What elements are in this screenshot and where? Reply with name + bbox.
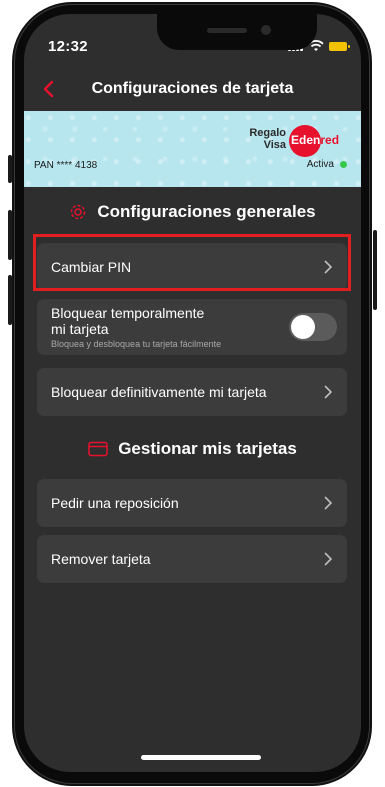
remove-card-row[interactable]: Remover tarjeta [37, 535, 347, 583]
edenred-main: Eden [291, 133, 321, 147]
status-dot-icon [340, 161, 347, 168]
brand-regalo: Regalo [249, 127, 286, 139]
toggle-knob [291, 315, 315, 339]
card-status-label: Activa [306, 159, 334, 170]
brand-visa: Visa [263, 139, 286, 151]
app-screen: 12:32 Configuraciones de tarjeta Regalo … [24, 14, 361, 772]
home-indicator[interactable] [141, 755, 261, 760]
chevron-right-icon [324, 385, 333, 399]
speaker [207, 28, 247, 33]
chevron-right-icon [324, 552, 333, 566]
mute-switch [8, 155, 12, 183]
request-replacement-label: Pedir una reposición [51, 495, 179, 511]
card-pan: PAN **** 4138 [34, 160, 98, 171]
card-banner: Regalo Visa Edenred PAN **** 4138 Activa [24, 111, 361, 187]
gear-icon [71, 204, 86, 220]
section-general-label: Configuraciones generales [97, 202, 316, 221]
volume-down-button [8, 275, 12, 325]
nav-bar: Configuraciones de tarjeta [24, 76, 361, 106]
chevron-right-icon [324, 496, 333, 510]
battery-icon [329, 41, 350, 51]
highlight-box [33, 234, 351, 291]
section-manage-label: Gestionar mis tarjetas [118, 439, 297, 458]
temp-block-sublabel: Bloquea y desbloquea tu tarjeta fácilmen… [51, 339, 222, 349]
page-title: Configuraciones de tarjeta [91, 80, 294, 97]
request-replacement-row[interactable]: Pedir una reposición [37, 479, 347, 527]
section-manage-title: Gestionar mis tarjetas [24, 439, 361, 459]
temp-block-label: Bloquear temporalmente mi tarjeta [51, 305, 204, 337]
card-status: Activa [307, 159, 347, 170]
permanent-block-row[interactable]: Bloquear definitivamente mi tarjeta [37, 368, 347, 416]
power-button [373, 230, 377, 310]
volume-up-button [8, 210, 12, 260]
front-camera [261, 25, 271, 35]
temp-block-line2: mi tarjeta [51, 321, 109, 337]
permanent-block-label: Bloquear definitivamente mi tarjeta [51, 384, 267, 400]
card-icon [88, 441, 108, 457]
edenred-tail: red [320, 133, 340, 147]
section-general-title: Configuraciones generales [24, 202, 361, 222]
edenred-wordmark: Edenred [291, 133, 339, 147]
status-time: 12:32 [48, 38, 88, 55]
temp-block-row[interactable]: Bloquear temporalmente mi tarjeta Bloque… [37, 299, 347, 355]
remove-card-label: Remover tarjeta [51, 551, 151, 567]
notch [157, 14, 317, 50]
temp-block-line1: Bloquear temporalmente [51, 305, 205, 321]
temp-block-toggle[interactable] [289, 313, 337, 341]
